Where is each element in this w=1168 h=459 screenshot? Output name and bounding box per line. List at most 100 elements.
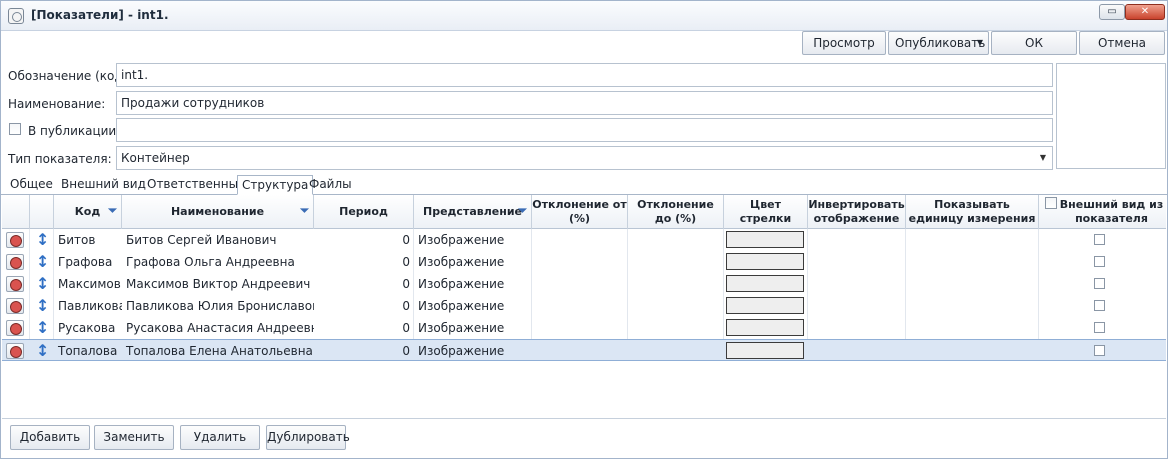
- cell-code: Битов: [58, 233, 96, 247]
- code-input[interactable]: int1.: [116, 63, 1053, 87]
- arrow-color-swatch[interactable]: [726, 342, 804, 359]
- code-label: Обозначение (код):: [8, 69, 132, 83]
- cell-representation: Изображение: [418, 277, 505, 291]
- header-name[interactable]: Наименование ⏷: [122, 195, 314, 229]
- appearance-checkbox[interactable]: [1094, 256, 1105, 267]
- header-show-unit[interactable]: Показывать единицу измерения: [906, 195, 1039, 229]
- cell-period: 0: [402, 344, 410, 358]
- close-button[interactable]: ✕: [1125, 4, 1165, 20]
- header-code[interactable]: Код ⏷: [54, 195, 122, 229]
- arrow-color-swatch[interactable]: [726, 297, 804, 314]
- restore-button[interactable]: ▭: [1099, 4, 1125, 20]
- table-row-selected[interactable]: ↕ Топалова Топалова Елена Анатольевна 0 …: [2, 339, 1166, 361]
- header-appearance-from[interactable]: Внешний вид из показателя: [1039, 195, 1166, 229]
- arrow-color-swatch[interactable]: [726, 231, 804, 248]
- cell-name: Графова Ольга Андреевна: [126, 255, 295, 269]
- header-period[interactable]: Период: [314, 195, 414, 229]
- cell-name: Максимов Виктор Андреевич: [126, 277, 311, 291]
- indicator-icon[interactable]: [6, 254, 24, 270]
- sort-arrows-icon[interactable]: ↕: [36, 297, 49, 315]
- cell-name: Павликова Юлия Брониславовна: [126, 299, 314, 313]
- cell-representation: Изображение: [418, 344, 505, 358]
- type-select[interactable]: Контейнер ▼: [116, 146, 1053, 170]
- header-invert[interactable]: Инвертировать отображение: [808, 195, 906, 229]
- tab-responsible[interactable]: Ответственные: [143, 175, 249, 195]
- sort-arrows-icon[interactable]: ↕: [36, 275, 49, 293]
- arrow-color-swatch[interactable]: [726, 253, 804, 270]
- header-representation[interactable]: Представление ⏷: [414, 195, 532, 229]
- header-name-label: Наименование: [170, 205, 265, 218]
- window-title: [Показатели] - int1.: [31, 8, 169, 22]
- add-button[interactable]: Добавить: [10, 425, 90, 450]
- header-code-label: Код: [74, 205, 101, 218]
- indicator-icon[interactable]: [6, 298, 24, 314]
- structure-grid: Код ⏷ Наименование ⏷ Период Представлени…: [2, 195, 1166, 419]
- table-row[interactable]: ↕ Максимов Максимов Виктор Андреевич 0 И…: [2, 273, 1166, 295]
- cell-period: 0: [402, 233, 410, 247]
- cell-code: Максимов: [58, 277, 121, 291]
- table-row[interactable]: ↕ Русакова Русакова Анастасия Андреевна …: [2, 317, 1166, 339]
- tab-structure[interactable]: Структура: [237, 175, 314, 195]
- cell-name: Топалова Елена Анатольевна: [126, 344, 313, 358]
- publication-label: В публикации:: [28, 124, 121, 138]
- indicator-icon[interactable]: [6, 320, 24, 336]
- sort-arrows-icon[interactable]: ↕: [36, 231, 49, 249]
- sort-arrows-icon[interactable]: ↕: [36, 253, 49, 271]
- sort-arrows-icon[interactable]: ↕: [36, 342, 49, 360]
- title-bar[interactable]: [Показатели] - int1. ▭ ✕: [1, 1, 1167, 31]
- header-deviation-from[interactable]: Отклонение от (%): [532, 195, 628, 229]
- filter-icon[interactable]: ⏷: [108, 204, 117, 218]
- duplicate-button[interactable]: Дублировать: [266, 425, 350, 450]
- chevron-down-icon: ▼: [1039, 153, 1046, 162]
- appearance-checkbox[interactable]: [1094, 234, 1105, 245]
- ok-button[interactable]: ОК: [991, 31, 1077, 55]
- tab-general[interactable]: Общее: [6, 175, 57, 195]
- publication-checkbox[interactable]: [9, 123, 21, 135]
- table-row[interactable]: ↕ Графова Графова Ольга Андреевна 0 Изоб…: [2, 251, 1166, 273]
- grid-header: Код ⏷ Наименование ⏷ Период Представлени…: [2, 195, 1166, 229]
- publish-label: Опубликовать: [895, 36, 986, 50]
- sort-arrows-icon[interactable]: ↕: [36, 319, 49, 337]
- cell-representation: Изображение: [418, 233, 505, 247]
- filter-icon[interactable]: ⏷: [518, 204, 527, 218]
- indicator-window: [Показатели] - int1. ▭ ✕ Просмотр Опубли…: [0, 0, 1168, 459]
- cancel-button[interactable]: Отмена: [1079, 31, 1165, 55]
- appearance-checkbox[interactable]: [1094, 278, 1105, 289]
- appearance-checkbox[interactable]: [1094, 322, 1105, 333]
- tab-appearance[interactable]: Внешний вид: [57, 175, 150, 195]
- publish-dropdown-button[interactable]: Опубликовать ▼: [888, 31, 989, 55]
- cell-code: Топалова: [58, 344, 118, 358]
- cell-code: Графова: [58, 255, 113, 269]
- cell-period: 0: [402, 299, 410, 313]
- cell-period: 0: [402, 277, 410, 291]
- table-row[interactable]: ↕ Битов Битов Сергей Иванович 0 Изображе…: [2, 229, 1166, 251]
- cell-period: 0: [402, 321, 410, 335]
- name-label: Наименование:: [8, 97, 106, 111]
- name-input[interactable]: Продажи сотрудников: [116, 91, 1053, 115]
- filter-icon[interactable]: ⏷: [300, 204, 309, 218]
- cell-name: Русакова Анастасия Андреевна: [126, 321, 314, 335]
- appearance-checkbox[interactable]: [1094, 345, 1105, 356]
- arrow-color-swatch[interactable]: [726, 319, 804, 336]
- select-all-checkbox[interactable]: [1045, 197, 1057, 209]
- chevron-down-icon: ▼: [976, 38, 983, 47]
- tab-files[interactable]: Файлы: [305, 175, 356, 195]
- indicator-icon[interactable]: [6, 276, 24, 292]
- arrow-color-swatch[interactable]: [726, 275, 804, 292]
- cell-code: Павликова: [58, 299, 122, 313]
- appearance-checkbox[interactable]: [1094, 300, 1105, 311]
- cell-representation: Изображение: [418, 321, 505, 335]
- replace-button[interactable]: Заменить: [94, 425, 174, 450]
- indicator-icon[interactable]: [6, 343, 24, 359]
- delete-button[interactable]: Удалить: [180, 425, 260, 450]
- header-icon-col: [2, 195, 30, 229]
- table-row[interactable]: ↕ Павликова Павликова Юлия Брониславовна…: [2, 295, 1166, 317]
- header-arrow-color[interactable]: Цвет стрелки: [724, 195, 808, 229]
- cell-representation: Изображение: [418, 299, 505, 313]
- preview-button[interactable]: Просмотр: [802, 31, 886, 55]
- publication-input[interactable]: [116, 118, 1053, 142]
- indicator-image-box[interactable]: [1056, 63, 1166, 169]
- header-deviation-to[interactable]: Отклонение до (%): [628, 195, 724, 229]
- app-icon: [8, 8, 24, 24]
- indicator-icon[interactable]: [6, 232, 24, 248]
